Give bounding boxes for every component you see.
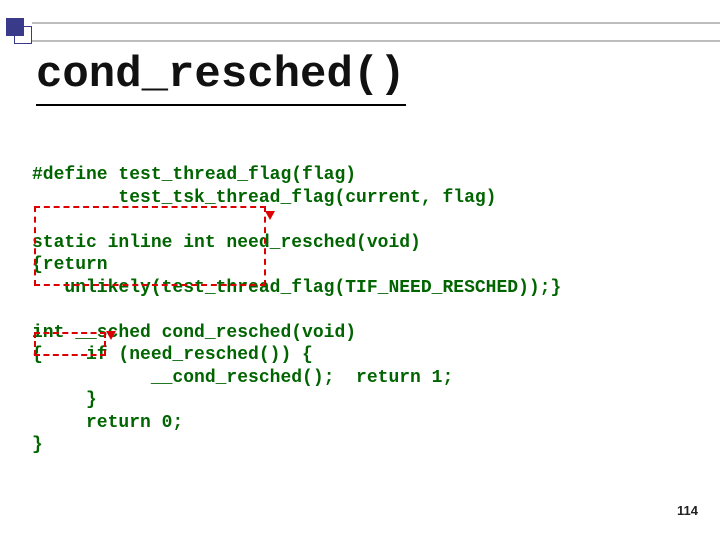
code-line: } — [32, 390, 97, 410]
decoration-line-top — [32, 22, 720, 24]
square-filled-icon — [6, 18, 24, 36]
arrow-down-icon — [106, 331, 116, 340]
slide-decoration — [0, 18, 720, 48]
code-line: test_tsk_thread_flag(current, flag) — [32, 188, 496, 208]
code-line: __cond_resched(); return 1; — [32, 368, 453, 388]
code-line: return 0; — [32, 413, 183, 433]
decoration-line-bottom — [32, 40, 720, 42]
code-line: #define test_thread_flag(flag) — [32, 165, 356, 185]
code-line: } — [32, 435, 43, 455]
title-underline — [36, 104, 406, 106]
callout-box-need-resched — [34, 206, 266, 286]
callout-box-if — [34, 332, 106, 356]
page-number: 114 — [677, 503, 698, 518]
arrow-down-icon — [265, 211, 275, 220]
slide-title: cond_resched() — [36, 50, 406, 100]
